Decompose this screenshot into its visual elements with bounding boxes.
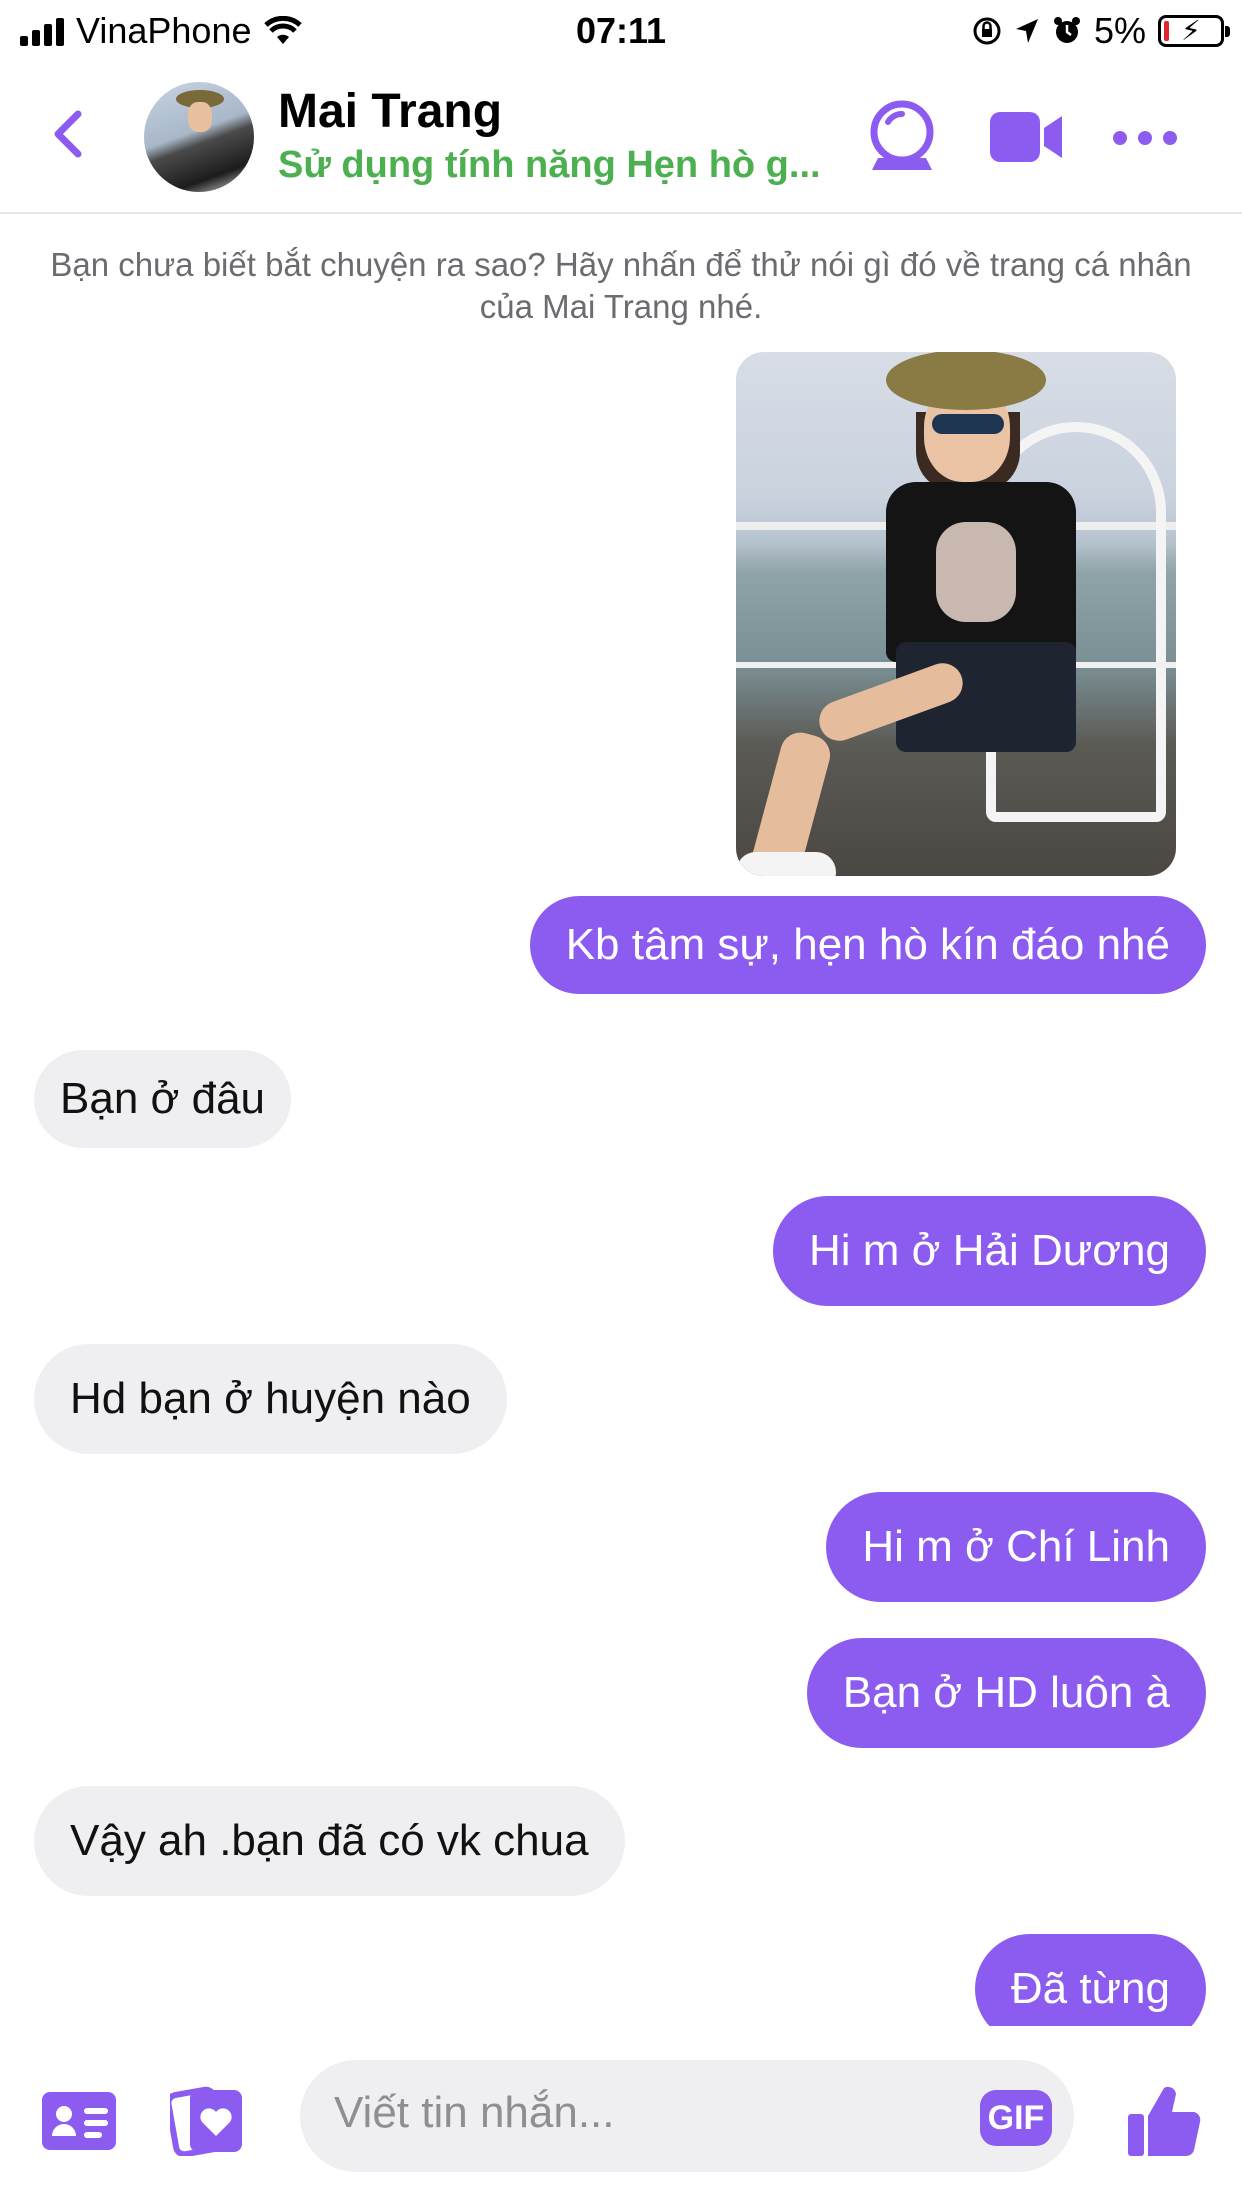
message-list[interactable]: Bạn chưa biết bắt chuyện ra sao? Hãy nhấ… xyxy=(0,216,1242,2026)
contact-name[interactable]: Mai Trang xyxy=(278,84,502,139)
message-input-placeholder: Viết tin nhắn... xyxy=(334,2088,615,2137)
battery-icon: ⚡ xyxy=(1158,15,1230,47)
location-icon xyxy=(1015,19,1038,43)
outgoing-message[interactable]: Hi m ở Hải Dương xyxy=(772,1196,1206,1306)
message-composer: Viết tin nhắn... GIF xyxy=(0,2026,1242,2208)
more-icon[interactable] xyxy=(1110,98,1180,178)
like-thumb-icon[interactable] xyxy=(1124,2080,1204,2160)
incoming-message[interactable]: Bạn ở đâu xyxy=(34,1050,292,1148)
photos-heart-icon[interactable] xyxy=(170,2084,246,2156)
video-call-icon[interactable] xyxy=(988,98,1064,178)
outgoing-message[interactable]: Bạn ở HD luôn à xyxy=(806,1638,1206,1748)
orientation-lock-icon xyxy=(973,17,1001,45)
avatar[interactable] xyxy=(144,82,254,192)
outgoing-message[interactable]: Hi m ở Chí Linh xyxy=(826,1492,1206,1602)
contact-subtitle[interactable]: Sử dụng tính năng Hẹn hò g... xyxy=(278,144,838,187)
back-chevron-icon[interactable] xyxy=(40,104,100,164)
incoming-message[interactable]: Vậy ah .bạn đã có vk chua xyxy=(34,1786,625,1896)
outgoing-message[interactable]: Đã từng xyxy=(974,1934,1206,2026)
contact-card-icon[interactable] xyxy=(42,2092,116,2150)
shared-photo[interactable] xyxy=(736,352,1176,876)
dating-globe-icon[interactable] xyxy=(862,98,942,178)
incoming-message[interactable]: Hd bạn ở huyện nào xyxy=(34,1344,507,1454)
conversation-starter-hint[interactable]: Bạn chưa biết bắt chuyện ra sao? Hãy nhấ… xyxy=(30,244,1212,328)
chat-header: Mai Trang Sử dụng tính năng Hẹn hò g... xyxy=(0,62,1242,214)
message-input[interactable]: Viết tin nhắn... GIF xyxy=(300,2060,1074,2172)
battery-percent: 5% xyxy=(1093,10,1146,51)
alarm-icon xyxy=(1053,17,1080,43)
status-bar: VinaPhone 07:11 5% ⚡ xyxy=(0,0,1242,62)
outgoing-message[interactable]: Kb tâm sự, hẹn hò kín đáo nhé xyxy=(529,896,1206,994)
gif-icon[interactable]: GIF xyxy=(980,2090,1052,2146)
